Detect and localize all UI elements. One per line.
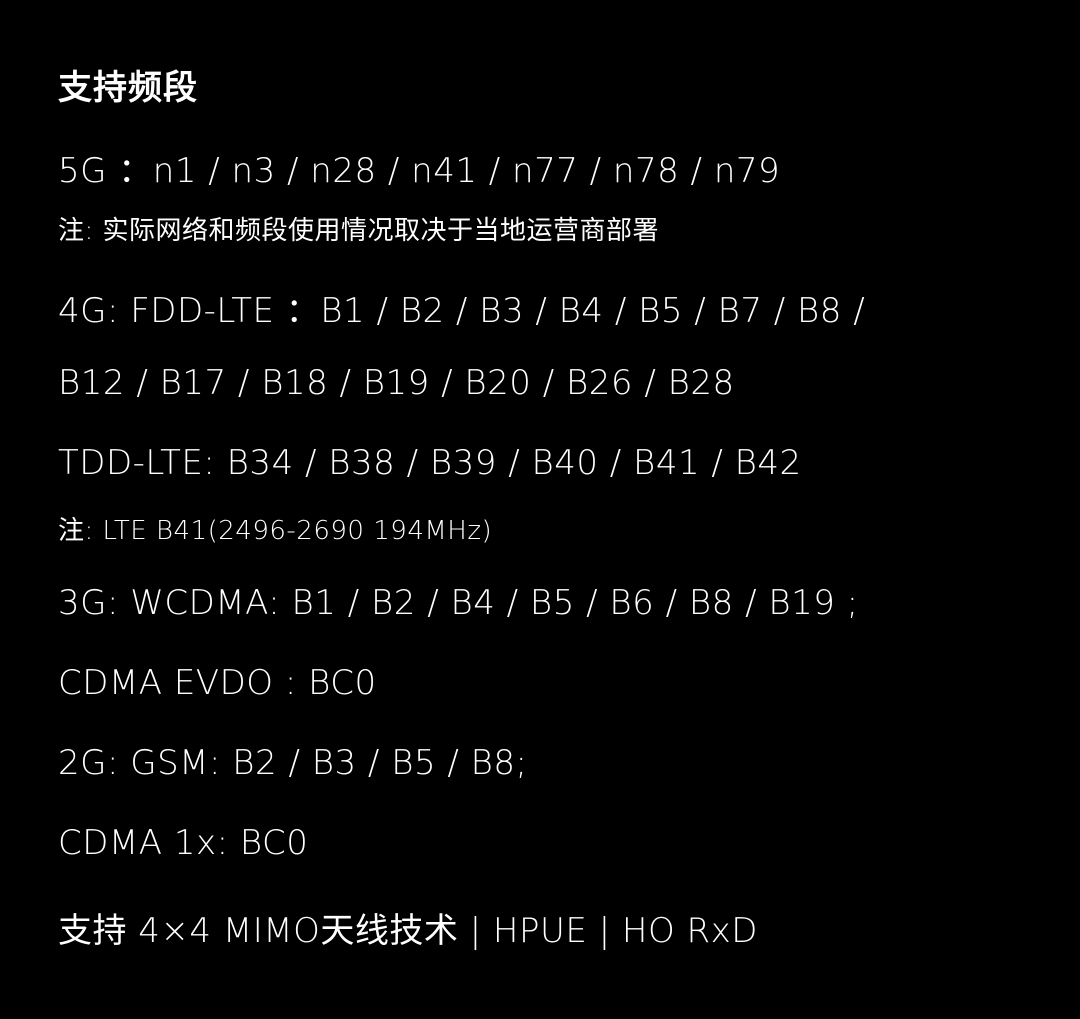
note-lte-b41: 注: LTE B41(2496-2690 194MHz) bbox=[58, 516, 493, 546]
spec-4g-fdd-bands-continued: B12 / B17 / B18 / B19 / B20 / B26 / B28 bbox=[58, 363, 735, 403]
spec-3g-wcdma-bands: 3G: WCDMA: B1 / B2 / B4 / B5 / B6 / B8 /… bbox=[58, 583, 859, 623]
page-title: 支持频段 bbox=[58, 68, 198, 108]
spec-4g-tdd-bands: TDD-LTE: B34 / B38 / B39 / B40 / B41 / B… bbox=[58, 443, 802, 483]
note-network-deployment: 注: 实际网络和频段使用情况取决于当地运营商部署 bbox=[58, 216, 660, 246]
spec-4g-fdd-bands: 4G: FDD-LTE ：B1 / B2 / B3 / B4 / B5 / B7… bbox=[58, 291, 866, 331]
spec-2g-cdma-1x: CDMA 1x: BC0 bbox=[58, 823, 309, 863]
spec-3g-cdma-evdo: CDMA EVDO : BC0 bbox=[58, 663, 377, 703]
spec-2g-gsm-bands: 2G: GSM: B2 / B3 / B5 / B8; bbox=[58, 743, 528, 783]
spec-5g-bands: 5G ：n1 / n3 / n28 / n41 / n77 / n78 / n7… bbox=[58, 151, 781, 191]
spec-mimo-technology: 支持 4×4 MIMO天线技术 | HPUE | HO RxD bbox=[58, 911, 758, 951]
